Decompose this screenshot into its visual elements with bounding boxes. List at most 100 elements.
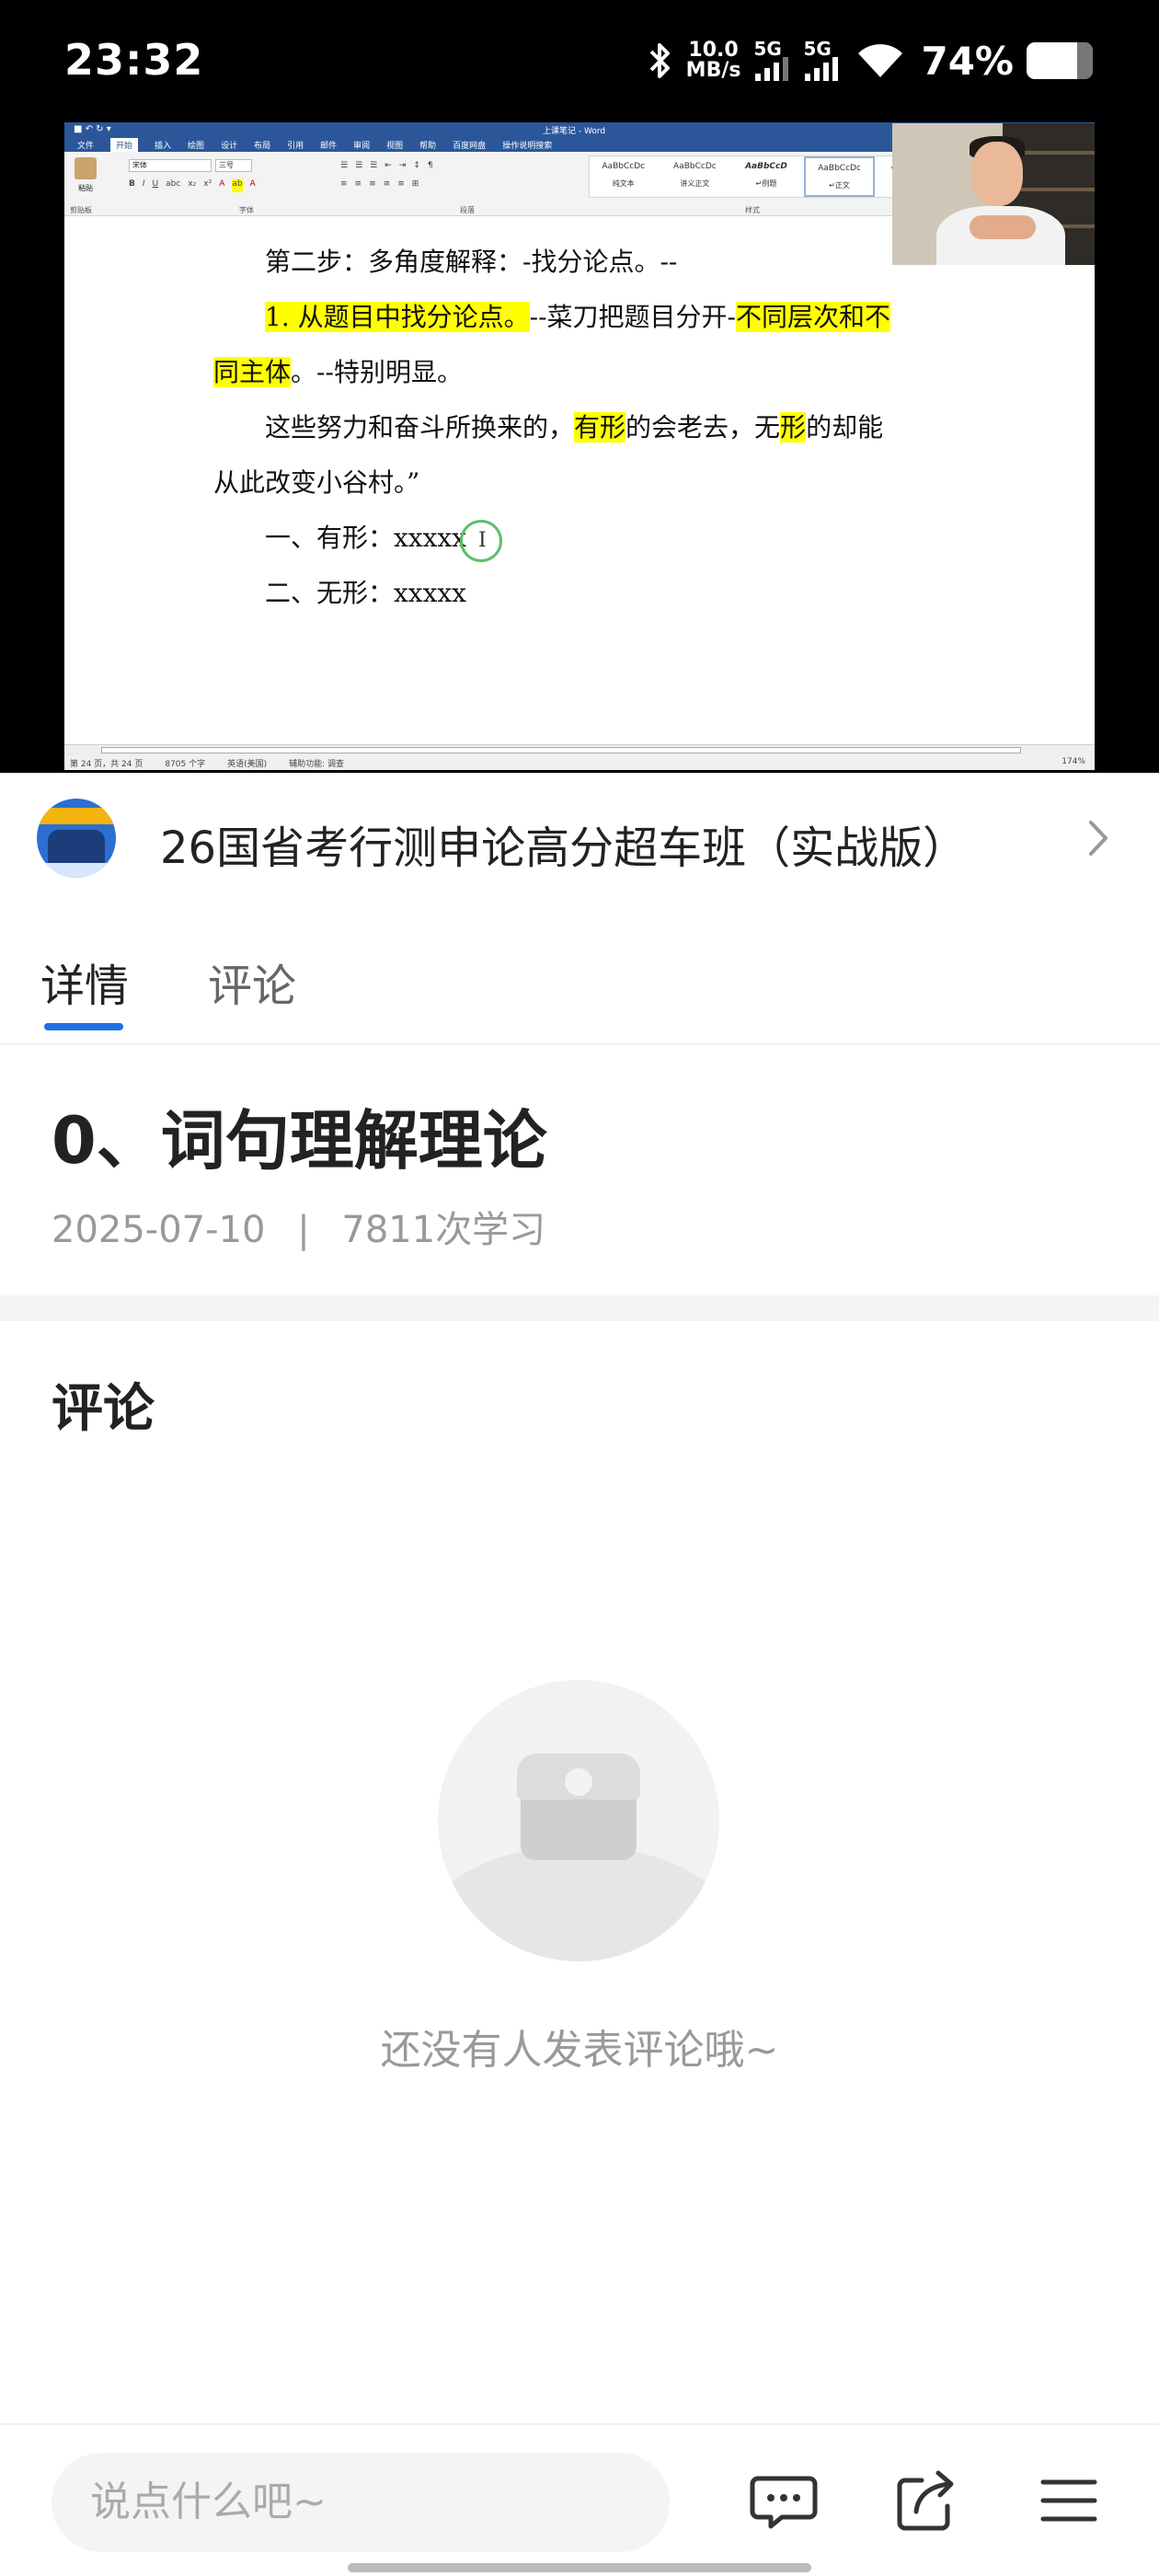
word-tab: 设计 (221, 141, 238, 151)
menu-icon[interactable] (1032, 2464, 1106, 2537)
style-item: AaBbCcDc 纯文本 (590, 156, 658, 197)
status-bar: 23:32 10.0 MB/s 5G 5G 74% (0, 0, 1159, 120)
style-label: 讲义正文 (680, 179, 710, 188)
font-name-box: 宋体 (129, 159, 212, 172)
signal-1: 5G (753, 40, 790, 81)
align-icons: ≡ ≡ ≡ ≡ ≡ ⊞ (340, 179, 419, 189)
word-tab: 审阅 (353, 141, 371, 151)
word-search: 操作说明搜索 (502, 141, 553, 151)
comment-icon[interactable] (747, 2464, 820, 2537)
style-item: AaBbCcDc 讲义正文 (661, 156, 729, 197)
style-label: ↵正文 (829, 181, 850, 190)
tab-details[interactable]: 详情 (40, 949, 129, 1014)
doc-line: 第二步：多角度解释：-找分论点。-- (265, 247, 678, 277)
course-title: 26国省考行测申论高分超车班（实战版） (160, 822, 968, 874)
doc-line: 这些努力和奋斗所换来的，有形的会老去，无形的却能 (265, 408, 883, 444)
lesson-date: 2025-07-10 (52, 1209, 266, 1251)
word-document: 第二步：多角度解释：-找分论点。-- 1. 从题目中找分论点。--菜刀把题目分开… (64, 216, 1095, 731)
group-label: 剪贴板 (70, 206, 92, 214)
lesson-views: 7811次学习 (341, 1209, 546, 1251)
doc-line: 从此改变小谷村。” (213, 467, 420, 498)
paragraph-icons: ☰ ☰ ☰ ⇤ ⇥ ↕ ¶ (340, 161, 433, 170)
lesson-meta: 2025-07-10 | 7811次学习 (52, 1200, 545, 1253)
doc-line: 一、有形：xxxxx (265, 523, 466, 553)
comments-heading: 评论 (52, 1379, 155, 1439)
bottom-bar: 说点什么吧~ (0, 2423, 1159, 2576)
group-label: 段落 (460, 206, 475, 214)
word-tab-active: 开始 (110, 137, 139, 152)
network-speed-value: 10.0 (688, 39, 739, 62)
status-indicators: 10.0 MB/s 5G 5G 74% (646, 33, 1093, 88)
doc-line: 同主体。--特别明显。 (213, 352, 463, 389)
word-language: 英语(美国) (227, 759, 268, 769)
course-header[interactable]: 26国省考行测申论高分超车班（实战版） (0, 775, 1159, 903)
meta-separator: | (297, 1209, 310, 1251)
doc-text: 的会老去，无 (625, 412, 781, 443)
group-label: 字体 (239, 206, 254, 214)
course-logo (37, 799, 116, 878)
signal-1-label: 5G (753, 38, 782, 60)
doc-line: 二、无形：xxxxx (265, 578, 466, 608)
word-page-count: 第 24 页，共 24 页 (70, 759, 143, 769)
network-speed: 10.0 MB/s (686, 40, 741, 81)
comment-input[interactable]: 说点什么吧~ (52, 2453, 670, 2552)
video-player[interactable]: ■ ↶ ↻ ▾ 上课笔记 - Word 文件 开始 插入 绘图 设计 布局 引用… (0, 120, 1159, 773)
group-label: 样式 (745, 206, 760, 214)
word-zoom: 174% (1061, 757, 1085, 766)
word-accessibility: 辅助功能: 调查 (289, 759, 345, 769)
word-window-title: 上课笔记 - Word (543, 127, 606, 136)
home-indicator[interactable] (348, 2563, 811, 2572)
doc-text: 。--特别明显。 (291, 357, 463, 387)
empty-comments-text: 还没有人发表评论哦~ (380, 2027, 779, 2074)
doc-text: --菜刀把题目分开- (529, 302, 737, 332)
share-icon[interactable] (890, 2464, 964, 2537)
doc-text: 这些努力和奋斗所换来的， (265, 412, 575, 443)
quick-access-icons: ■ ↶ ↻ ▾ (74, 124, 111, 134)
style-preview: AaBbCcDc (673, 162, 717, 171)
tab-comments[interactable]: 评论 (208, 949, 296, 1014)
paste-button: 粘贴 (72, 157, 99, 203)
word-tab: 插入 (155, 141, 172, 151)
word-tab: 百度网盘 (453, 141, 487, 151)
doc-highlight: 1. 从题目中找分论点。 (265, 302, 530, 332)
lesson-title: 0、词句理解理论 (52, 1103, 547, 1179)
wifi-icon (858, 44, 903, 77)
doc-highlight: 有形 (574, 412, 626, 443)
paste-label: 粘贴 (78, 184, 93, 192)
battery-icon (1027, 42, 1093, 79)
signal-2: 5G (803, 40, 843, 81)
style-label: 纯文本 (612, 179, 635, 188)
style-preview: AaBbCcD (745, 162, 787, 171)
clipboard-icon (75, 157, 97, 179)
app-screen: 23:32 10.0 MB/s 5G 5G 74% ■ ↶ ↻ ▾ 上课笔记 -… (0, 0, 1159, 2576)
doc-highlight: 同主体 (213, 357, 292, 387)
style-item: AaBbCcD ↵例题 (732, 156, 800, 197)
empty-box-icon (438, 1680, 719, 1961)
style-item-selected: AaBbCcDc ↵正文 (803, 156, 876, 197)
word-statusbar: 第 24 页，共 24 页 8705 个字 英语(美国) 辅助功能: 调查 17… (64, 755, 1095, 770)
chevron-right-icon[interactable] (1080, 815, 1117, 861)
style-label: ↵例题 (755, 179, 777, 188)
doc-text: 的却能 (806, 412, 884, 443)
word-tab: 文件 (77, 141, 95, 151)
style-preview: AaBbCcDc (602, 162, 646, 171)
word-tab: 绘图 (188, 141, 205, 151)
word-tab: 视图 (386, 141, 404, 151)
word-horizontal-scrollbar (64, 744, 1095, 755)
section-divider (0, 1295, 1159, 1321)
signal-bars-icon (755, 57, 789, 81)
doc-highlight: 不同层次和不 (736, 302, 891, 332)
signal-2-label: 5G (803, 38, 832, 60)
font-format-icons: B I Uabc x₂ x² Aab A (129, 179, 256, 192)
doc-highlight: 形 (780, 412, 807, 443)
word-tab: 帮助 (419, 141, 437, 151)
text-cursor-icon: I (478, 529, 487, 552)
font-size-box: 三号 (215, 159, 252, 172)
word-tab: 布局 (254, 141, 271, 151)
network-speed-unit: MB/s (685, 59, 741, 82)
word-word-count: 8705 个字 (165, 759, 206, 769)
battery-percent: 74% (921, 38, 1014, 84)
bluetooth-icon (649, 43, 670, 78)
doc-line: 1. 从题目中找分论点。--菜刀把题目分开-不同层次和不 (265, 297, 891, 334)
word-tab: 引用 (287, 141, 304, 151)
